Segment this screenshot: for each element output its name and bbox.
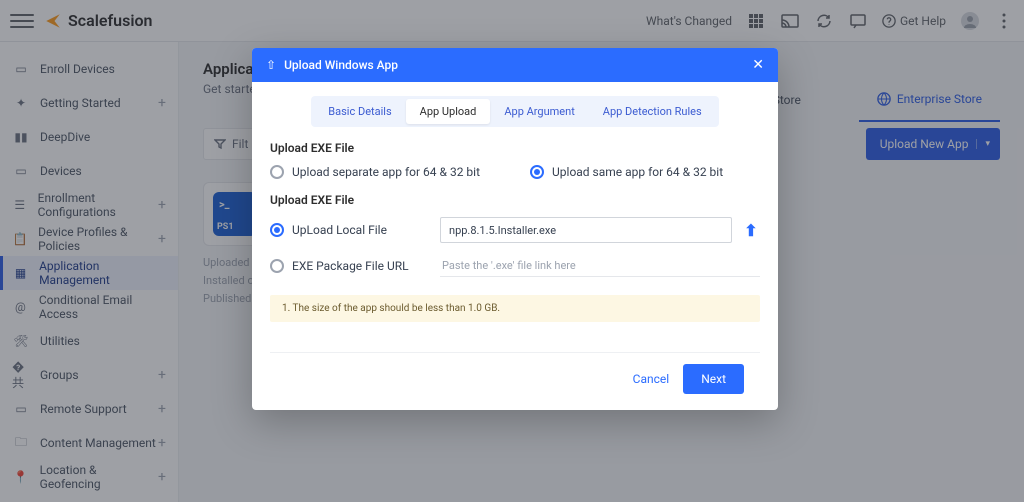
radio-separate-app[interactable]: Upload separate app for 64 & 32 bit: [270, 165, 500, 179]
modal-header: ⇧ Upload Windows App ✕: [252, 48, 778, 82]
tab-app-detection[interactable]: App Detection Rules: [589, 99, 716, 124]
radio-same-app[interactable]: Upload same app for 64 & 32 bit: [530, 165, 760, 179]
upload-file-icon[interactable]: ⬆: [742, 221, 760, 240]
tab-app-upload[interactable]: App Upload: [406, 99, 491, 124]
size-note: 1. The size of the app should be less th…: [270, 295, 760, 322]
radio-package-url[interactable]: EXE Package File URL: [270, 259, 430, 273]
section-upload-exe-1: Upload EXE File: [270, 141, 760, 155]
radio-icon: [270, 165, 284, 179]
section-upload-exe-2: Upload EXE File: [270, 193, 760, 207]
radio-upload-local[interactable]: UpLoad Local File: [270, 223, 430, 237]
upload-windows-app-modal: ⇧ Upload Windows App ✕ Basic Details App…: [252, 48, 778, 410]
radio-icon: [530, 165, 544, 179]
url-input-placeholder[interactable]: Paste the '.exe' file link here: [440, 255, 760, 277]
radio-icon: [270, 223, 284, 237]
upload-icon: ⇧: [266, 58, 276, 72]
modal-title: Upload Windows App: [284, 58, 398, 72]
modal-footer: Cancel Next: [270, 352, 760, 404]
tab-basic-details[interactable]: Basic Details: [314, 99, 405, 124]
cancel-button[interactable]: Cancel: [633, 372, 670, 386]
filename-input[interactable]: [440, 217, 732, 243]
next-button[interactable]: Next: [683, 364, 744, 394]
radio-icon: [270, 259, 284, 273]
close-icon[interactable]: ✕: [752, 57, 764, 73]
tab-app-argument[interactable]: App Argument: [490, 99, 588, 124]
modal-tabs: Basic Details App Upload App Argument Ap…: [270, 96, 760, 127]
